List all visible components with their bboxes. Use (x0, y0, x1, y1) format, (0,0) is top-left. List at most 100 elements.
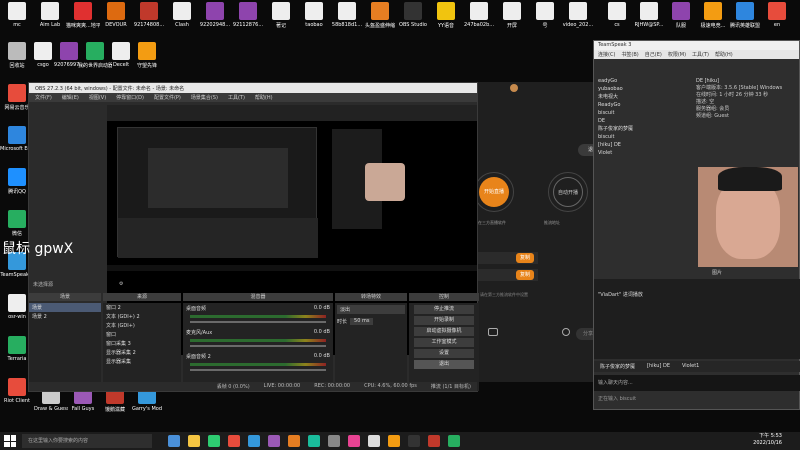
obs-menu-item[interactable]: 配置文件(P) (154, 94, 181, 101)
source-item[interactable]: 窗口 2 (103, 303, 181, 312)
ts-menu-item[interactable]: 书签(B) (621, 51, 638, 58)
taskbar-app-icon[interactable] (368, 435, 380, 447)
control-button[interactable]: 停止推流 (414, 305, 474, 314)
source-item[interactable]: 显示器采集 2 (103, 348, 181, 357)
ts-menu-item[interactable]: 自己(E) (645, 51, 662, 58)
desktop-top-icon-14[interactable]: 247ba02b... (462, 2, 496, 28)
start-live-button[interactable]: 开始直播 (479, 177, 509, 207)
scene-item[interactable]: 场景 (29, 303, 101, 312)
ts-menu-item[interactable]: 帮助(H) (715, 51, 733, 58)
speaker-icon[interactable] (488, 328, 498, 336)
taskbar-app-icon[interactable] (248, 435, 260, 447)
taskbar-app-icon[interactable] (448, 435, 460, 447)
desktop-top-icon-5[interactable]: Clash (165, 2, 199, 28)
source-item[interactable]: 文本 (GDI+) (103, 321, 181, 330)
taskbar-app-icon[interactable] (208, 435, 220, 447)
desktop-top-icon-12[interactable]: OBS Studio (396, 2, 430, 28)
taskbar-app-icon[interactable] (268, 435, 280, 447)
start-live-circle[interactable]: 开始直播 (474, 172, 514, 212)
obs-menu-item[interactable]: 场景集合(S) (191, 94, 218, 101)
obs-menu-item[interactable]: 帮助(H) (255, 94, 273, 101)
desktop-top-icon-0[interactable]: mc (0, 2, 34, 28)
desktop-top-icon-17[interactable]: video_202... (561, 2, 595, 28)
properties-button[interactable]: ⚙ (119, 281, 123, 287)
desktop-right-icon-2[interactable]: 队服 (664, 2, 698, 29)
control-button[interactable]: 启动虚拟摄像机 (414, 327, 474, 336)
chat-input[interactable]: 输入聊天内容... (594, 375, 800, 391)
obs-menu-item[interactable]: 工具(T) (228, 94, 245, 101)
auto-live-circle[interactable]: 自动开播 (548, 172, 588, 212)
transition-select[interactable]: 淡出 (337, 305, 405, 314)
channel-tree-item[interactable]: Violet (594, 149, 692, 157)
volume-slider[interactable] (190, 345, 326, 347)
desktop-top-icon-16[interactable]: 号 (528, 2, 562, 29)
channel-tree-item[interactable]: biscuit (594, 133, 692, 141)
taskbar-app-icon[interactable] (348, 435, 360, 447)
desktop-top-icon-1[interactable]: Aim Lab (33, 2, 67, 28)
desktop-top-icon-9[interactable]: taobao (297, 2, 331, 28)
channel-tree-item[interactable]: yubaobao (594, 85, 692, 93)
desktop-right-icon-3[interactable]: 极速电竞... (696, 2, 730, 29)
source-item[interactable]: 显示器采集 (103, 357, 181, 366)
desktop-row2-icon-5[interactable]: 守望先锋 (130, 42, 164, 69)
user-avatar[interactable] (510, 84, 518, 92)
desktop-top-icon-10[interactable]: 58b818d1... (330, 2, 364, 28)
control-button[interactable]: 设置 (414, 349, 474, 358)
start-button[interactable] (4, 435, 16, 447)
channel-tree-item[interactable]: 陈子俊家的梦魇 (594, 125, 692, 133)
desktop-right-icon-4[interactable]: 腾讯英雄联盟 (728, 2, 762, 29)
taskbar-app-icon[interactable] (308, 435, 320, 447)
desktop-top-icon-6[interactable]: 92202948... (198, 2, 232, 28)
copy-key-button[interactable]: 复制 (516, 270, 534, 280)
desktop-top-icon-15[interactable]: 开屏 (495, 2, 529, 29)
desktop-top-icon-8[interactable]: 著记 (264, 2, 298, 29)
desktop-top-icon-13[interactable]: YY语音 (429, 2, 463, 29)
taskbar-app-icon[interactable] (228, 435, 240, 447)
channel-tree-item[interactable]: eadyGo (594, 77, 692, 85)
taskbar-app-icon[interactable] (428, 435, 440, 447)
ts-menu-item[interactable]: 权限(M) (668, 51, 686, 58)
scene-item[interactable]: 场景 2 (29, 312, 101, 321)
channel-tree-item[interactable]: ReadyGo (594, 101, 692, 109)
copy-url-button[interactable]: 复制 (516, 253, 534, 263)
obs-menu-item[interactable]: 文件(F) (35, 94, 52, 101)
taskbar-app-icon[interactable] (168, 435, 180, 447)
taskbar-app-icon[interactable] (408, 435, 420, 447)
desktop-top-icon-7[interactable]: 92112876... (231, 2, 265, 28)
control-button[interactable]: 退出 (414, 360, 474, 369)
duration-input[interactable]: 50 ms (350, 318, 374, 325)
auto-live-button[interactable]: 自动开播 (553, 177, 583, 207)
desktop-top-icon-4[interactable]: 92174808... (132, 2, 166, 28)
source-item[interactable]: 窗口 (103, 330, 181, 339)
channel-tree-item[interactable]: DE (594, 117, 692, 125)
channel-tree-item[interactable]: 未电视大 (594, 93, 692, 101)
desktop-top-icon-3[interactable]: DEVOUR (99, 2, 133, 28)
taskbar-app-icon[interactable] (328, 435, 340, 447)
settings-icon[interactable] (562, 328, 570, 336)
control-button[interactable]: 工作室模式 (414, 338, 474, 347)
taskbar-app-icon[interactable] (388, 435, 400, 447)
source-item[interactable]: 文本 (GDI+) 2 (103, 312, 181, 321)
desktop-right-icon-5[interactable]: en (760, 2, 794, 28)
volume-slider[interactable] (190, 369, 326, 371)
obs-menu-item[interactable]: 视图(V) (89, 94, 106, 101)
desktop-top-icon-2[interactable]: 猫咪爽爽...地平线 5 (66, 2, 100, 29)
taskbar-app-icon[interactable] (288, 435, 300, 447)
ts-menu-item[interactable]: 连接(C) (598, 51, 615, 58)
volume-slider[interactable] (190, 321, 326, 323)
obs-menu-item[interactable]: 停靠窗口(D) (116, 94, 144, 101)
taskbar-search[interactable]: 在这里输入你要搜索的内容 (22, 434, 152, 448)
desktop-right-icon-0[interactable]: cs (600, 2, 634, 28)
channel-tree-item[interactable]: biscuit (594, 109, 692, 117)
channel-tree-item[interactable]: [hiku] DE (594, 141, 692, 149)
ts-menu-item[interactable]: 工具(T) (692, 51, 709, 58)
taskbar-app-icon[interactable] (188, 435, 200, 447)
chat-tab[interactable]: [hiku] DE (647, 363, 670, 370)
chat-tab[interactable]: Violet1 (682, 363, 699, 370)
chat-tab[interactable]: 陈子俊家的梦魇 (600, 363, 635, 370)
taskbar-clock[interactable]: 下午 5:53 2022/10/16 (753, 433, 782, 447)
obs-menu-item[interactable]: 编辑(E) (62, 94, 79, 101)
desktop-top-icon-11[interactable]: 头盔盈盛伸缩 (363, 2, 397, 29)
control-button[interactable]: 开始录制 (414, 316, 474, 325)
desktop-right-icon-1[interactable]: RJHW@SP... (632, 2, 666, 28)
